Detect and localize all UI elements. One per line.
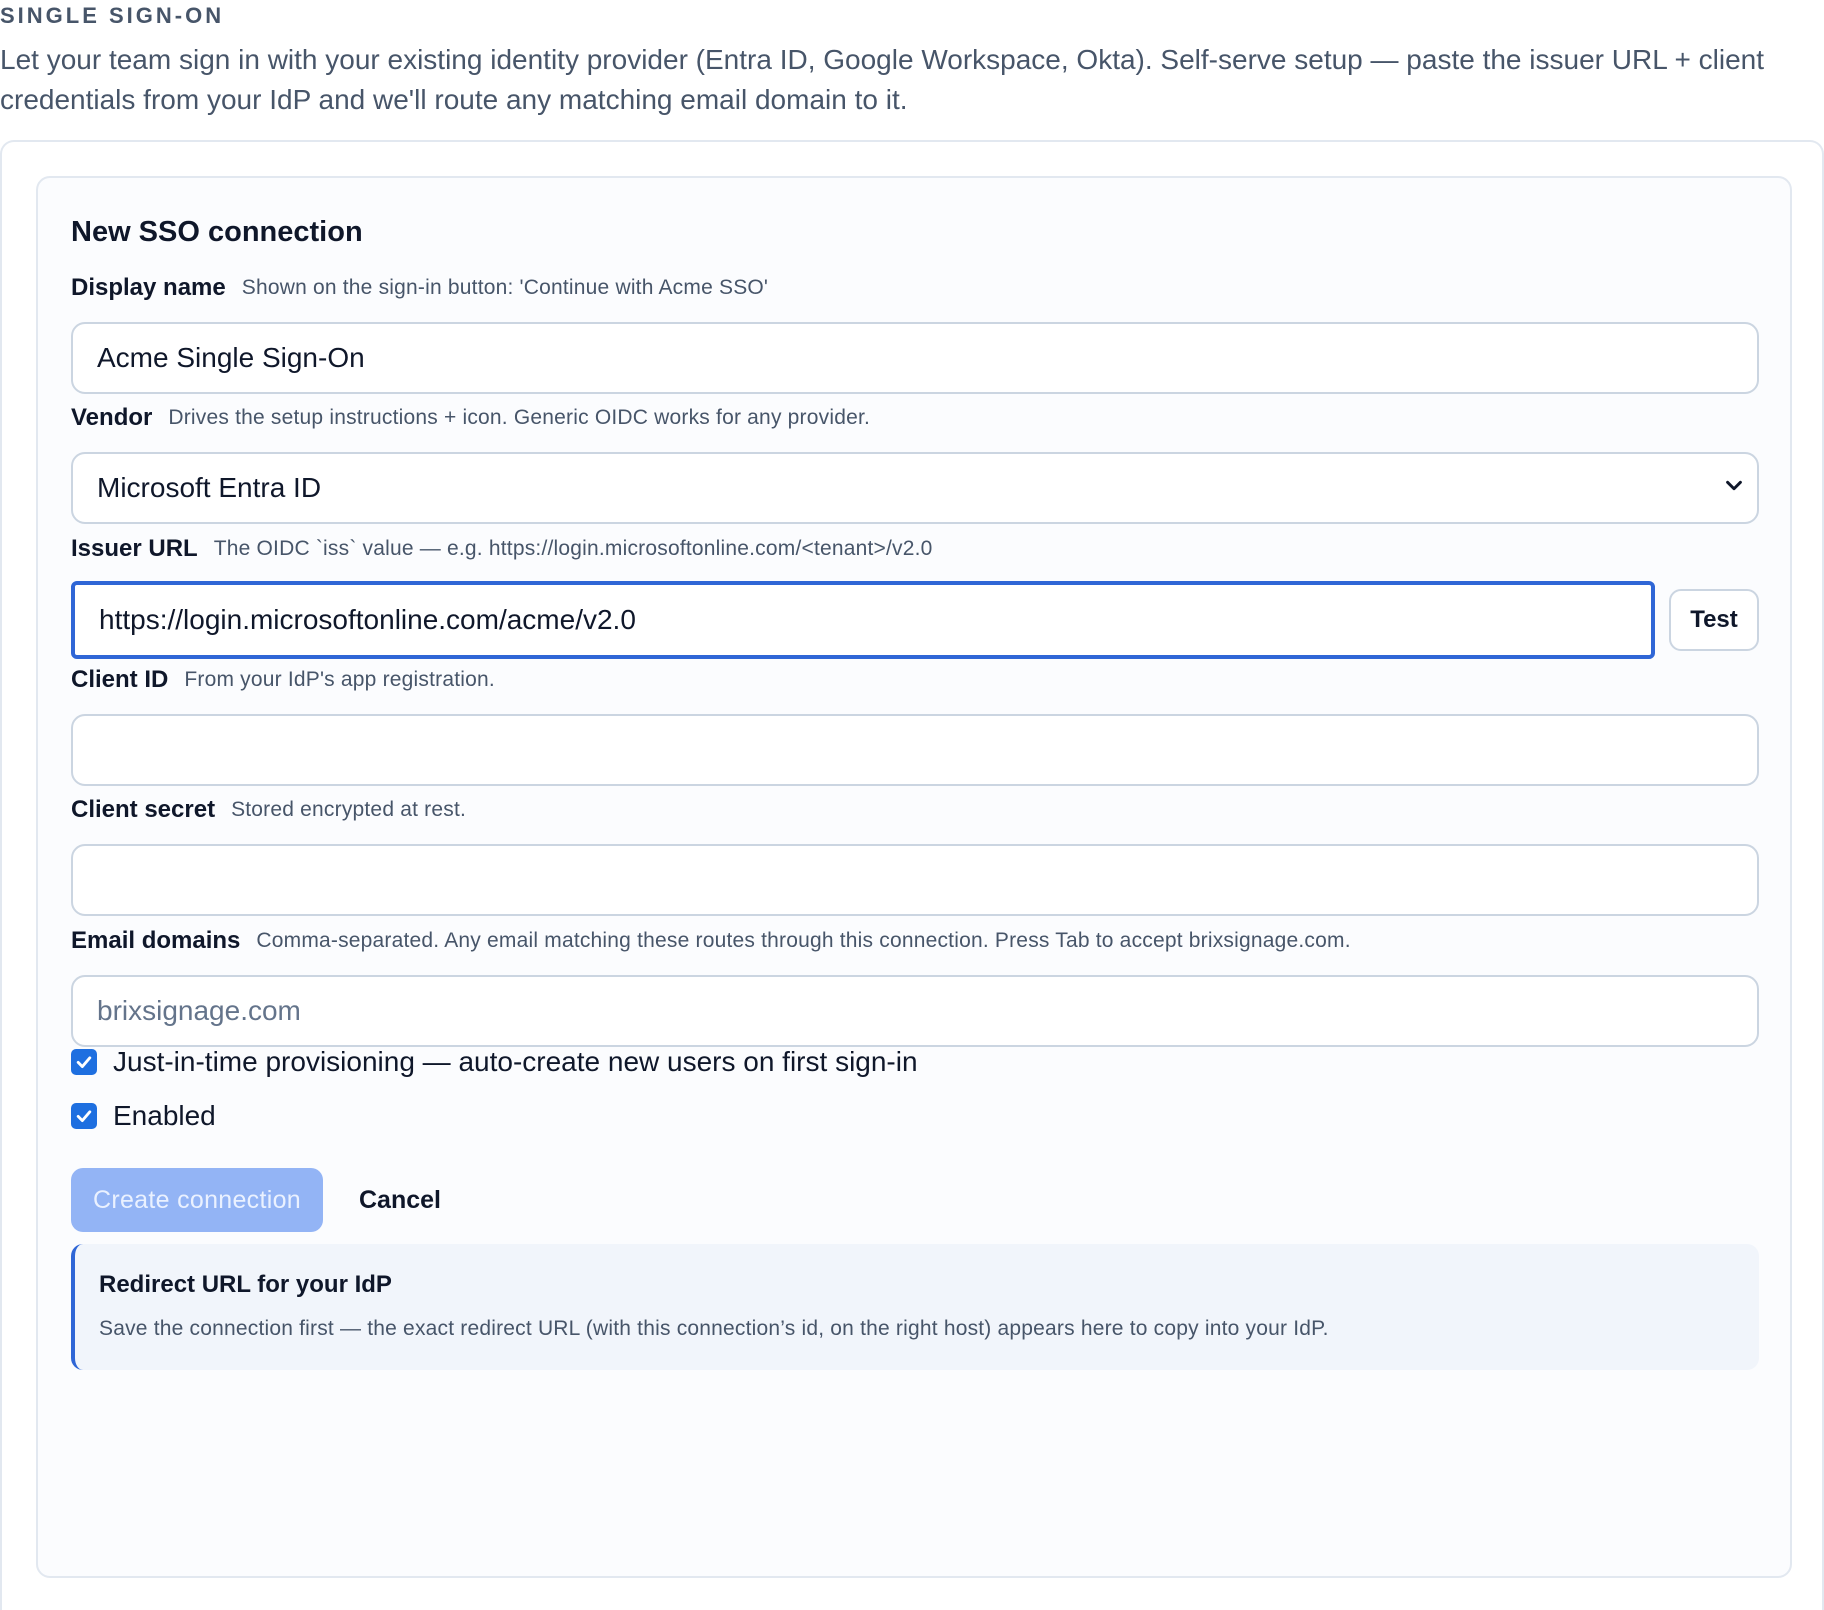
client-id-input[interactable] [71, 714, 1759, 786]
issuer-url-input[interactable] [71, 581, 1655, 659]
client-secret-input[interactable] [71, 844, 1759, 916]
display-name-label: Display name [71, 274, 226, 301]
issuer-url-field: Issuer URL The OIDC `iss` value — e.g. h… [71, 529, 1759, 659]
client-secret-hint: Stored encrypted at rest. [231, 798, 467, 821]
chevron-down-icon [1723, 472, 1745, 504]
client-id-label: Client ID [71, 666, 169, 693]
vendor-label: Vendor [71, 404, 153, 431]
client-id-label-row: Client ID From your IdP's app registrati… [71, 660, 1759, 700]
redirect-url-text: Save the connection first — the exact re… [99, 1317, 1329, 1340]
redirect-url-info: Redirect URL for your IdP Save the conne… [71, 1244, 1759, 1370]
jit-checkbox[interactable] [71, 1049, 97, 1075]
section-label: SINGLE SIGN-ON [0, 3, 225, 28]
issuer-url-label: Issuer URL [71, 535, 198, 562]
section-intro: Let your team sign in with your existing… [0, 44, 1764, 115]
vendor-selected-value: Microsoft Entra ID [97, 472, 322, 503]
display-name-field: Display name Shown on the sign-in button… [71, 268, 1759, 394]
email-domains-label-row: Email domains Comma-separated. Any email… [71, 921, 1759, 961]
enabled-label: Enabled [113, 1100, 216, 1131]
client-id-field: Client ID From your IdP's app registrati… [71, 660, 1759, 786]
client-id-hint: From your IdP's app registration. [184, 668, 495, 691]
email-domains-field: Email domains Comma-separated. Any email… [71, 921, 1759, 1047]
email-domains-input[interactable] [71, 975, 1759, 1047]
jit-provisioning-checkbox-row[interactable]: Just-in-time provisioning — auto-create … [71, 1046, 918, 1078]
email-domains-hint: Comma-separated. Any email matching thes… [256, 929, 1351, 952]
vendor-field: Vendor Drives the setup instructions + i… [71, 398, 1759, 524]
client-secret-field: Client secret Stored encrypted at rest. [71, 790, 1759, 916]
client-secret-label-row: Client secret Stored encrypted at rest. [71, 790, 1759, 830]
client-secret-label: Client secret [71, 796, 216, 823]
vendor-label-row: Vendor Drives the setup instructions + i… [71, 398, 1759, 438]
redirect-url-title: Redirect URL for your IdP [99, 1271, 392, 1298]
email-domains-label: Email domains [71, 927, 241, 954]
create-connection-button[interactable]: Create connection [71, 1168, 323, 1232]
check-icon [76, 1056, 92, 1068]
issuer-url-label-row: Issuer URL The OIDC `iss` value — e.g. h… [71, 529, 1759, 569]
issuer-url-hint: The OIDC `iss` value — e.g. https://logi… [213, 537, 933, 560]
jit-label: Just-in-time provisioning — auto-create … [113, 1046, 918, 1077]
sso-panel: New SSO connection Display name Shown on… [0, 140, 1824, 1610]
new-connection-form: New SSO connection Display name Shown on… [36, 176, 1792, 1578]
test-issuer-button[interactable]: Test [1669, 589, 1759, 651]
vendor-select[interactable]: Microsoft Entra ID [71, 452, 1759, 524]
vendor-hint: Drives the setup instructions + icon. Ge… [168, 406, 871, 429]
enabled-checkbox[interactable] [71, 1103, 97, 1129]
form-actions: Create connection Cancel [71, 1168, 441, 1232]
check-icon [76, 1110, 92, 1122]
enabled-checkbox-row[interactable]: Enabled [71, 1100, 216, 1132]
display-name-label-row: Display name Shown on the sign-in button… [71, 268, 1759, 308]
form-title: New SSO connection [71, 216, 363, 248]
display-name-input[interactable] [71, 322, 1759, 394]
cancel-button[interactable]: Cancel [359, 1186, 441, 1215]
display-name-hint: Shown on the sign-in button: 'Continue w… [241, 276, 769, 299]
